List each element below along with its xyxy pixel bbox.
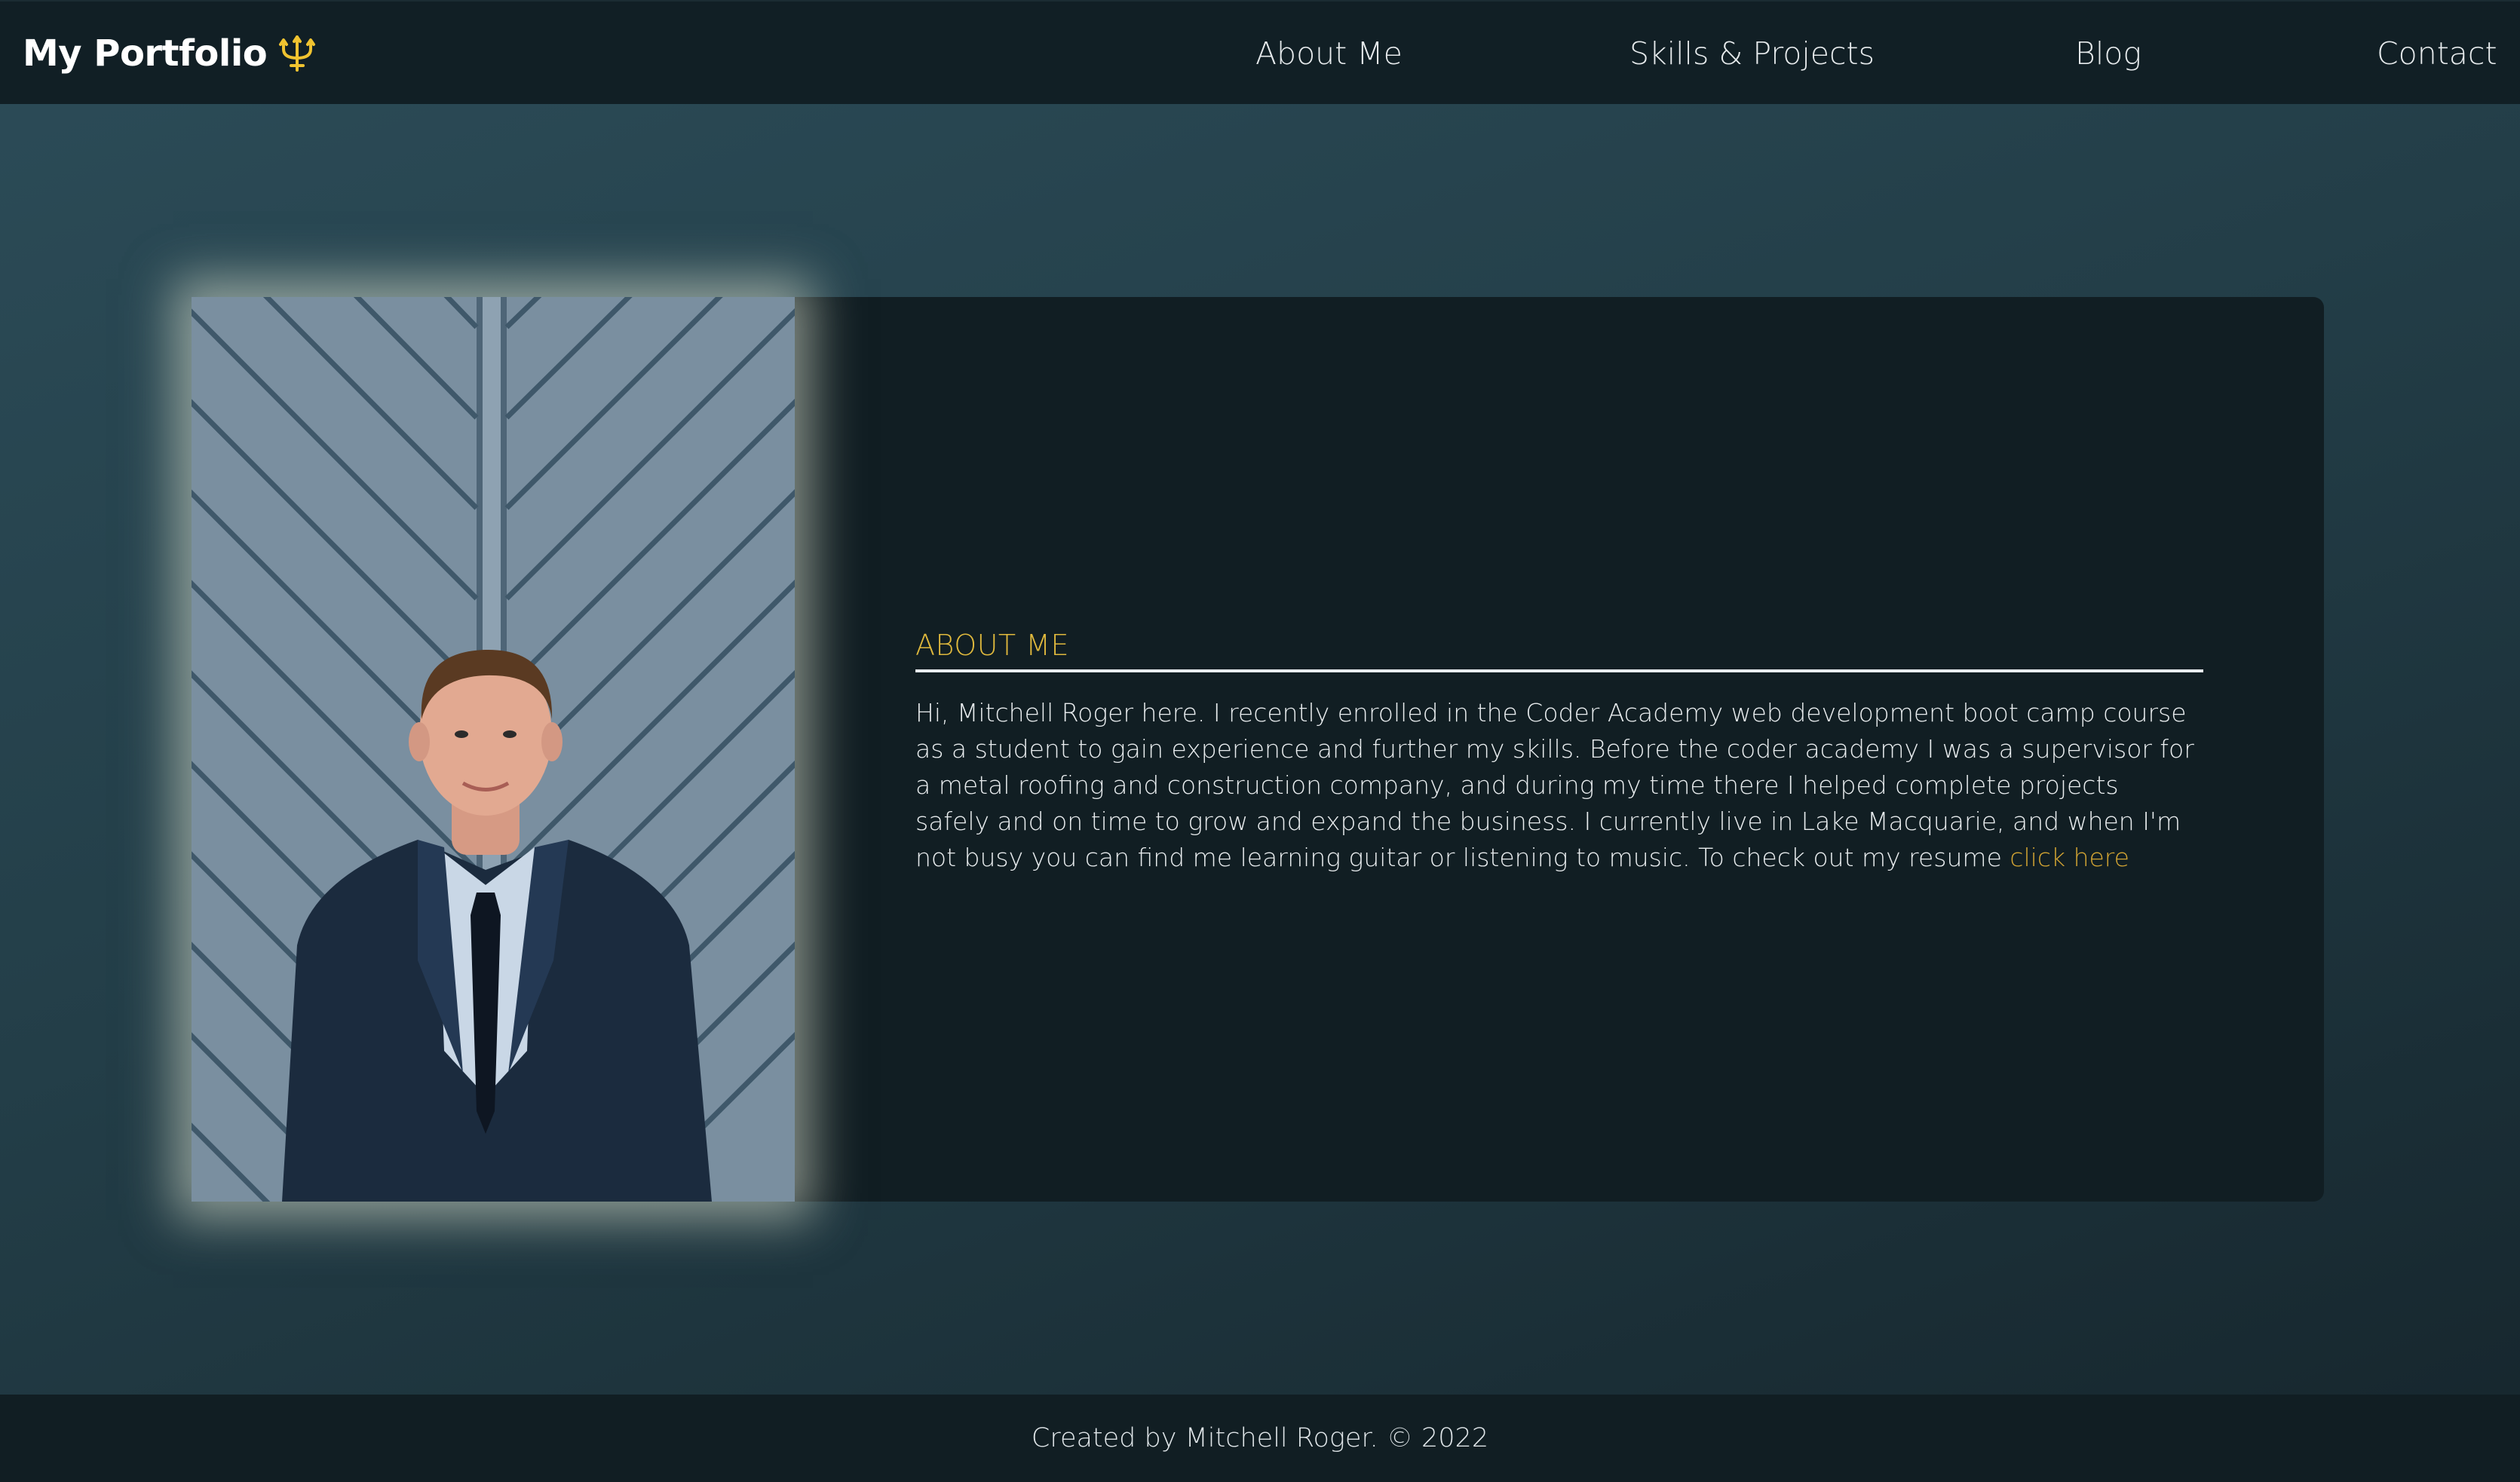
portrait-photo bbox=[192, 297, 795, 1202]
about-heading: ABOUT ME bbox=[915, 627, 2203, 672]
about-bio: Hi, Mitchell Roger here. I recently enro… bbox=[915, 695, 2197, 876]
footer: Created by Mitchell Roger. © 2022 bbox=[0, 1395, 2520, 1482]
bio-text: Hi, Mitchell Roger here. I recently enro… bbox=[915, 698, 2194, 872]
nav-blog[interactable]: Blog bbox=[2075, 2, 2141, 106]
navbar: My Portfolio About Me Skills & Projects … bbox=[0, 0, 2520, 104]
nav-skills-projects[interactable]: Skills & Projects bbox=[1629, 2, 1875, 106]
nav-contact[interactable]: Contact bbox=[2377, 2, 2497, 106]
brand-logo[interactable]: My Portfolio bbox=[23, 2, 318, 106]
nav-about-me[interactable]: About Me bbox=[1255, 2, 1403, 106]
footer-text: Created by Mitchell Roger. © 2022 bbox=[1031, 1423, 1489, 1453]
resume-link[interactable]: click here bbox=[2010, 843, 2129, 872]
trident-icon bbox=[276, 32, 318, 75]
page: My Portfolio About Me Skills & Projects … bbox=[0, 0, 2520, 1482]
brand-title: My Portfolio bbox=[23, 32, 268, 75]
about-content: ABOUT ME Hi, Mitchell Roger here. I rece… bbox=[915, 627, 2203, 901]
